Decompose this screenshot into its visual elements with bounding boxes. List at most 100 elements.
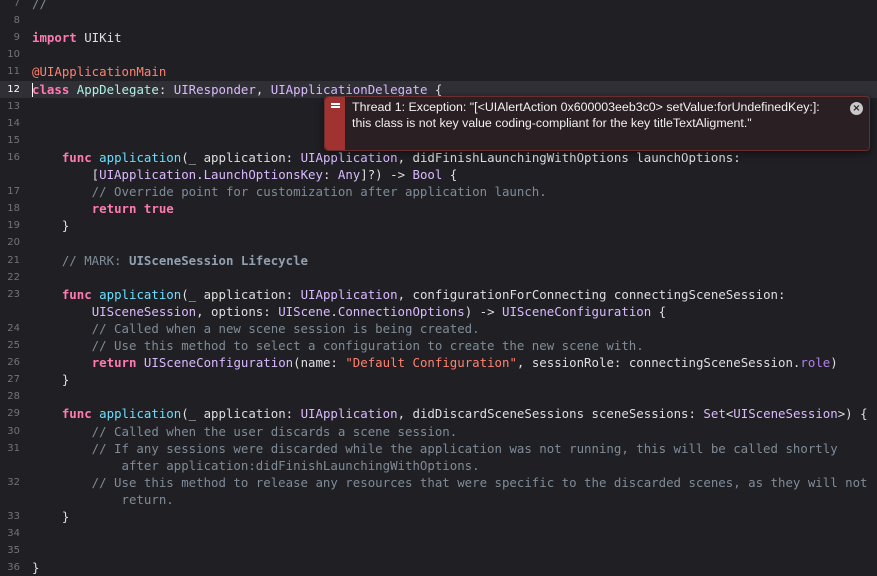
line-number: 18: [7, 203, 20, 215]
code-line[interactable]: 28: [0, 388, 877, 405]
code-token: , didFinishLaunchingWithOptions launchOp…: [397, 149, 741, 165]
code-token: (_ application:: [181, 286, 301, 302]
code-line[interactable]: 20: [0, 234, 877, 251]
line-number: 21: [7, 254, 20, 266]
error-lines-icon: [331, 103, 340, 110]
code-token: // Use this method to release any resour…: [32, 474, 868, 490]
code-line[interactable]: return.: [0, 491, 877, 508]
code-text: // Called when the user discards a scene…: [32, 423, 458, 440]
code-text: // Override point for customization afte…: [32, 183, 547, 200]
code-token: }: [32, 372, 70, 388]
code-line[interactable]: 32 // Use this method to release any res…: [0, 474, 877, 491]
code-line[interactable]: [UIApplication.LaunchOptionsKey: Any]?) …: [0, 166, 877, 183]
code-text: // Called when a new scene session is be…: [32, 320, 480, 337]
code-token: func: [61, 406, 92, 422]
code-line[interactable]: 21 // MARK: UISceneSession Lifecycle: [0, 252, 877, 269]
code-token: return: [91, 355, 137, 371]
code-token: class: [32, 81, 70, 97]
line-number: 10: [7, 49, 20, 61]
code-token: UIScene: [278, 303, 331, 319]
code-line[interactable]: 10: [0, 46, 877, 63]
code-text: return true: [32, 200, 174, 217]
code-line[interactable]: 12 class AppDelegate: UIResponder, UIAppl…: [0, 80, 877, 98]
code-token: :: [158, 81, 174, 97]
code-text: }: [32, 217, 69, 234]
code-token: LaunchOptionsKey: [203, 167, 323, 182]
code-token: UIApplicationDelegate: [270, 81, 428, 97]
code-token: UISceneSession: [733, 406, 838, 422]
code-text: //: [32, 0, 47, 12]
close-icon[interactable]: ×: [850, 102, 863, 115]
code-line[interactable]: 27 }: [0, 371, 877, 388]
code-token: application: [99, 149, 182, 165]
code-line[interactable]: 35: [0, 542, 877, 559]
code-text: }: [32, 371, 69, 388]
code-line[interactable]: 7 //: [0, 0, 877, 12]
code-token: // MARK:: [32, 252, 129, 268]
line-number: 15: [7, 134, 20, 146]
code-token: .: [330, 303, 338, 319]
code-text: import UIKit: [32, 29, 122, 46]
code-token: @UIApplicationMain: [32, 64, 167, 80]
code-line[interactable]: 31 // If any sessions were discarded whi…: [0, 440, 877, 457]
line-number: 11: [7, 66, 20, 78]
code-line[interactable]: 17 // Override point for customization a…: [0, 183, 877, 200]
code-token: UIApplication: [300, 406, 398, 422]
code-line[interactable]: 24 // Called when a new scene session is…: [0, 320, 877, 337]
code-editor[interactable]: 7//8 9 import UIKit 10 11 @UIApplicationMain 1…: [0, 0, 877, 575]
code-token: // Called when the user discards a scene…: [32, 423, 458, 439]
code-text: UISceneSession, options: UIScene.Connect…: [32, 303, 666, 320]
code-line[interactable]: 34: [0, 525, 877, 542]
code-line[interactable]: 26 return UISceneConfiguration(name: "De…: [0, 354, 877, 371]
code-token: UIKit: [76, 30, 122, 46]
line-number: 8: [13, 15, 20, 27]
line-number: 16: [7, 151, 20, 163]
code-line[interactable]: 30 // Called when the user discards a sc…: [0, 423, 877, 440]
code-token: UIApplication: [300, 149, 398, 165]
code-line[interactable]: 19 }: [0, 217, 877, 234]
line-number: 28: [7, 391, 20, 403]
code-token: return.: [32, 491, 174, 507]
code-text: func application(_ application: UIApplic…: [32, 149, 741, 166]
exception-banner[interactable]: Thread 1: Exception: "[<UIAlertAction 0x…: [324, 96, 870, 151]
code-token: application: [99, 406, 182, 422]
line-number: 23: [7, 288, 20, 300]
code-line[interactable]: 25 // Use this method to select a config…: [0, 337, 877, 354]
code-text: // Use this method to select a configura…: [32, 337, 644, 354]
code-token: (name:: [293, 355, 346, 371]
code-token: {: [651, 303, 667, 319]
line-number: 26: [7, 357, 20, 369]
code-line[interactable]: 11 @UIApplicationMain: [0, 63, 877, 80]
code-line[interactable]: 8: [0, 12, 877, 29]
code-token: func: [61, 286, 92, 302]
line-number: 29: [7, 408, 20, 420]
code-line[interactable]: 18 return true: [0, 200, 877, 217]
code-line[interactable]: 22: [0, 269, 877, 286]
code-line[interactable]: 9 import UIKit: [0, 29, 877, 46]
code-token: true: [143, 201, 174, 217]
code-text: }: [32, 508, 69, 525]
code-token: ]?) ->: [360, 167, 413, 182]
code-token: UIResponder: [173, 81, 256, 97]
code-token: , configurationForConnecting connectingS…: [397, 286, 786, 302]
code-text: after application:didFinishLaunchingWith…: [32, 457, 480, 474]
code-line[interactable]: 33 }: [0, 508, 877, 525]
code-token: }: [32, 218, 70, 234]
code-token: "Default Configuration": [345, 355, 517, 371]
error-indicator: [325, 97, 345, 150]
line-number: 33: [7, 511, 20, 522]
code-line[interactable]: UISceneSession, options: UIScene.Connect…: [0, 303, 877, 320]
code-token: // Use this method to select a configura…: [32, 338, 644, 353]
code-token: //: [32, 0, 47, 11]
code-line[interactable]: 29 func application(_ application: UIApp…: [0, 405, 877, 422]
code-line[interactable]: 23 func application(_ application: UIApp…: [0, 286, 877, 303]
code-token: ) ->: [464, 303, 503, 319]
code-line[interactable]: after application:didFinishLaunchingWith…: [0, 457, 877, 474]
line-number: 19: [7, 220, 20, 232]
code-line[interactable]: 16 func application(_ application: UIApp…: [0, 149, 877, 166]
